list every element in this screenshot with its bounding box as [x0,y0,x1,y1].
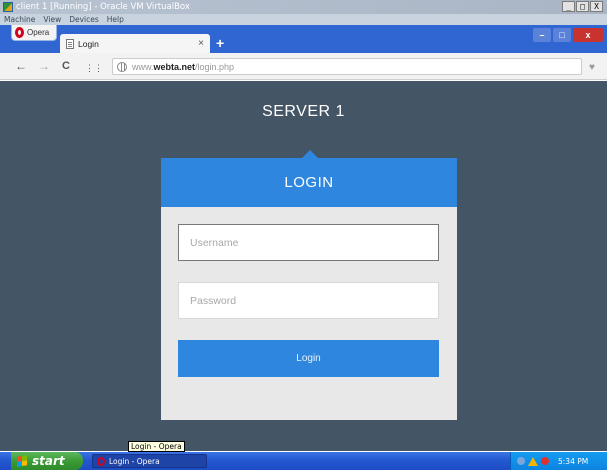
vm-menu-devices[interactable]: Devices [69,14,99,25]
url-path: /login.php [195,61,235,72]
login-card: LOGIN Login [161,150,457,420]
address-toolbar: ← → C ⋮⋮ www. webta.net /login.php ♥ [0,53,607,80]
opera-menu-button[interactable]: Opera [11,25,57,41]
virtualbox-icon [3,2,13,12]
browser-close-button[interactable]: x [573,28,603,42]
warning-icon[interactable] [528,456,538,466]
opera-logo-icon [15,27,24,38]
vm-window-titlebar: client 1 [Running] - Oracle VM VirtualBo… [0,0,607,14]
taskbar: start Login - Opera 5:34 PM [0,452,607,470]
start-label: start [32,454,65,468]
document-icon [66,38,74,49]
vm-close-button[interactable]: X [590,1,603,12]
system-tray: 5:34 PM [510,452,607,470]
opera-icon [97,456,105,466]
browser-maximize-button[interactable]: □ [553,28,571,42]
clock: 5:34 PM [558,456,589,466]
url-domain: webta.net [153,61,196,72]
back-arrow-icon[interactable]: ← [15,60,27,72]
heart-icon[interactable]: ♥ [589,62,595,73]
tab-title: Login [78,38,99,49]
windows-flag-icon [17,455,27,467]
security-icon[interactable] [541,457,549,465]
login-heading: LOGIN [161,150,457,207]
globe-icon [117,61,127,72]
vm-minimize-button[interactable]: _ [562,1,575,12]
server-title: SERVER 1 [262,103,345,120]
taskbar-item-label: Login - Opera [109,456,160,466]
vm-window-title: client 1 [Running] - Oracle VM VirtualBo… [16,2,190,12]
reload-icon[interactable]: C [62,60,70,72]
forward-arrow-icon[interactable]: → [38,60,50,72]
close-tab-icon[interactable]: × [198,38,204,49]
login-button[interactable]: Login [178,340,439,377]
vm-menu-view[interactable]: View [43,14,61,25]
username-input[interactable] [178,224,439,261]
start-button[interactable]: start [11,452,83,470]
browser-window-controls: – □ x [533,28,603,42]
password-input[interactable] [178,282,439,319]
browser-minimize-button[interactable]: – [533,28,551,42]
taskbar-tooltip: Login - Opera [128,441,185,452]
vm-menu-machine[interactable]: Machine [4,14,35,25]
url-field[interactable]: www. webta.net /login.php [112,58,582,75]
url-prefix: www. [132,61,154,72]
vm-maximize-button[interactable]: □ [576,1,589,12]
new-tab-button[interactable]: + [216,35,224,51]
vm-menu-bar: Machine View Devices Help [0,14,607,25]
taskbar-item-opera[interactable]: Login - Opera [92,454,207,468]
vm-window-controls: _ □ X [562,1,603,12]
speed-dial-icon[interactable]: ⋮⋮ [85,62,103,74]
page-content: SERVER 1 LOGIN Login [0,81,607,451]
tab-login[interactable]: Login × [60,34,210,53]
vm-menu-help[interactable]: Help [107,14,124,25]
network-icon[interactable] [517,457,525,465]
browser-tab-bar: Opera Login × + – □ x [0,25,607,53]
opera-menu-label: Opera [27,28,50,37]
